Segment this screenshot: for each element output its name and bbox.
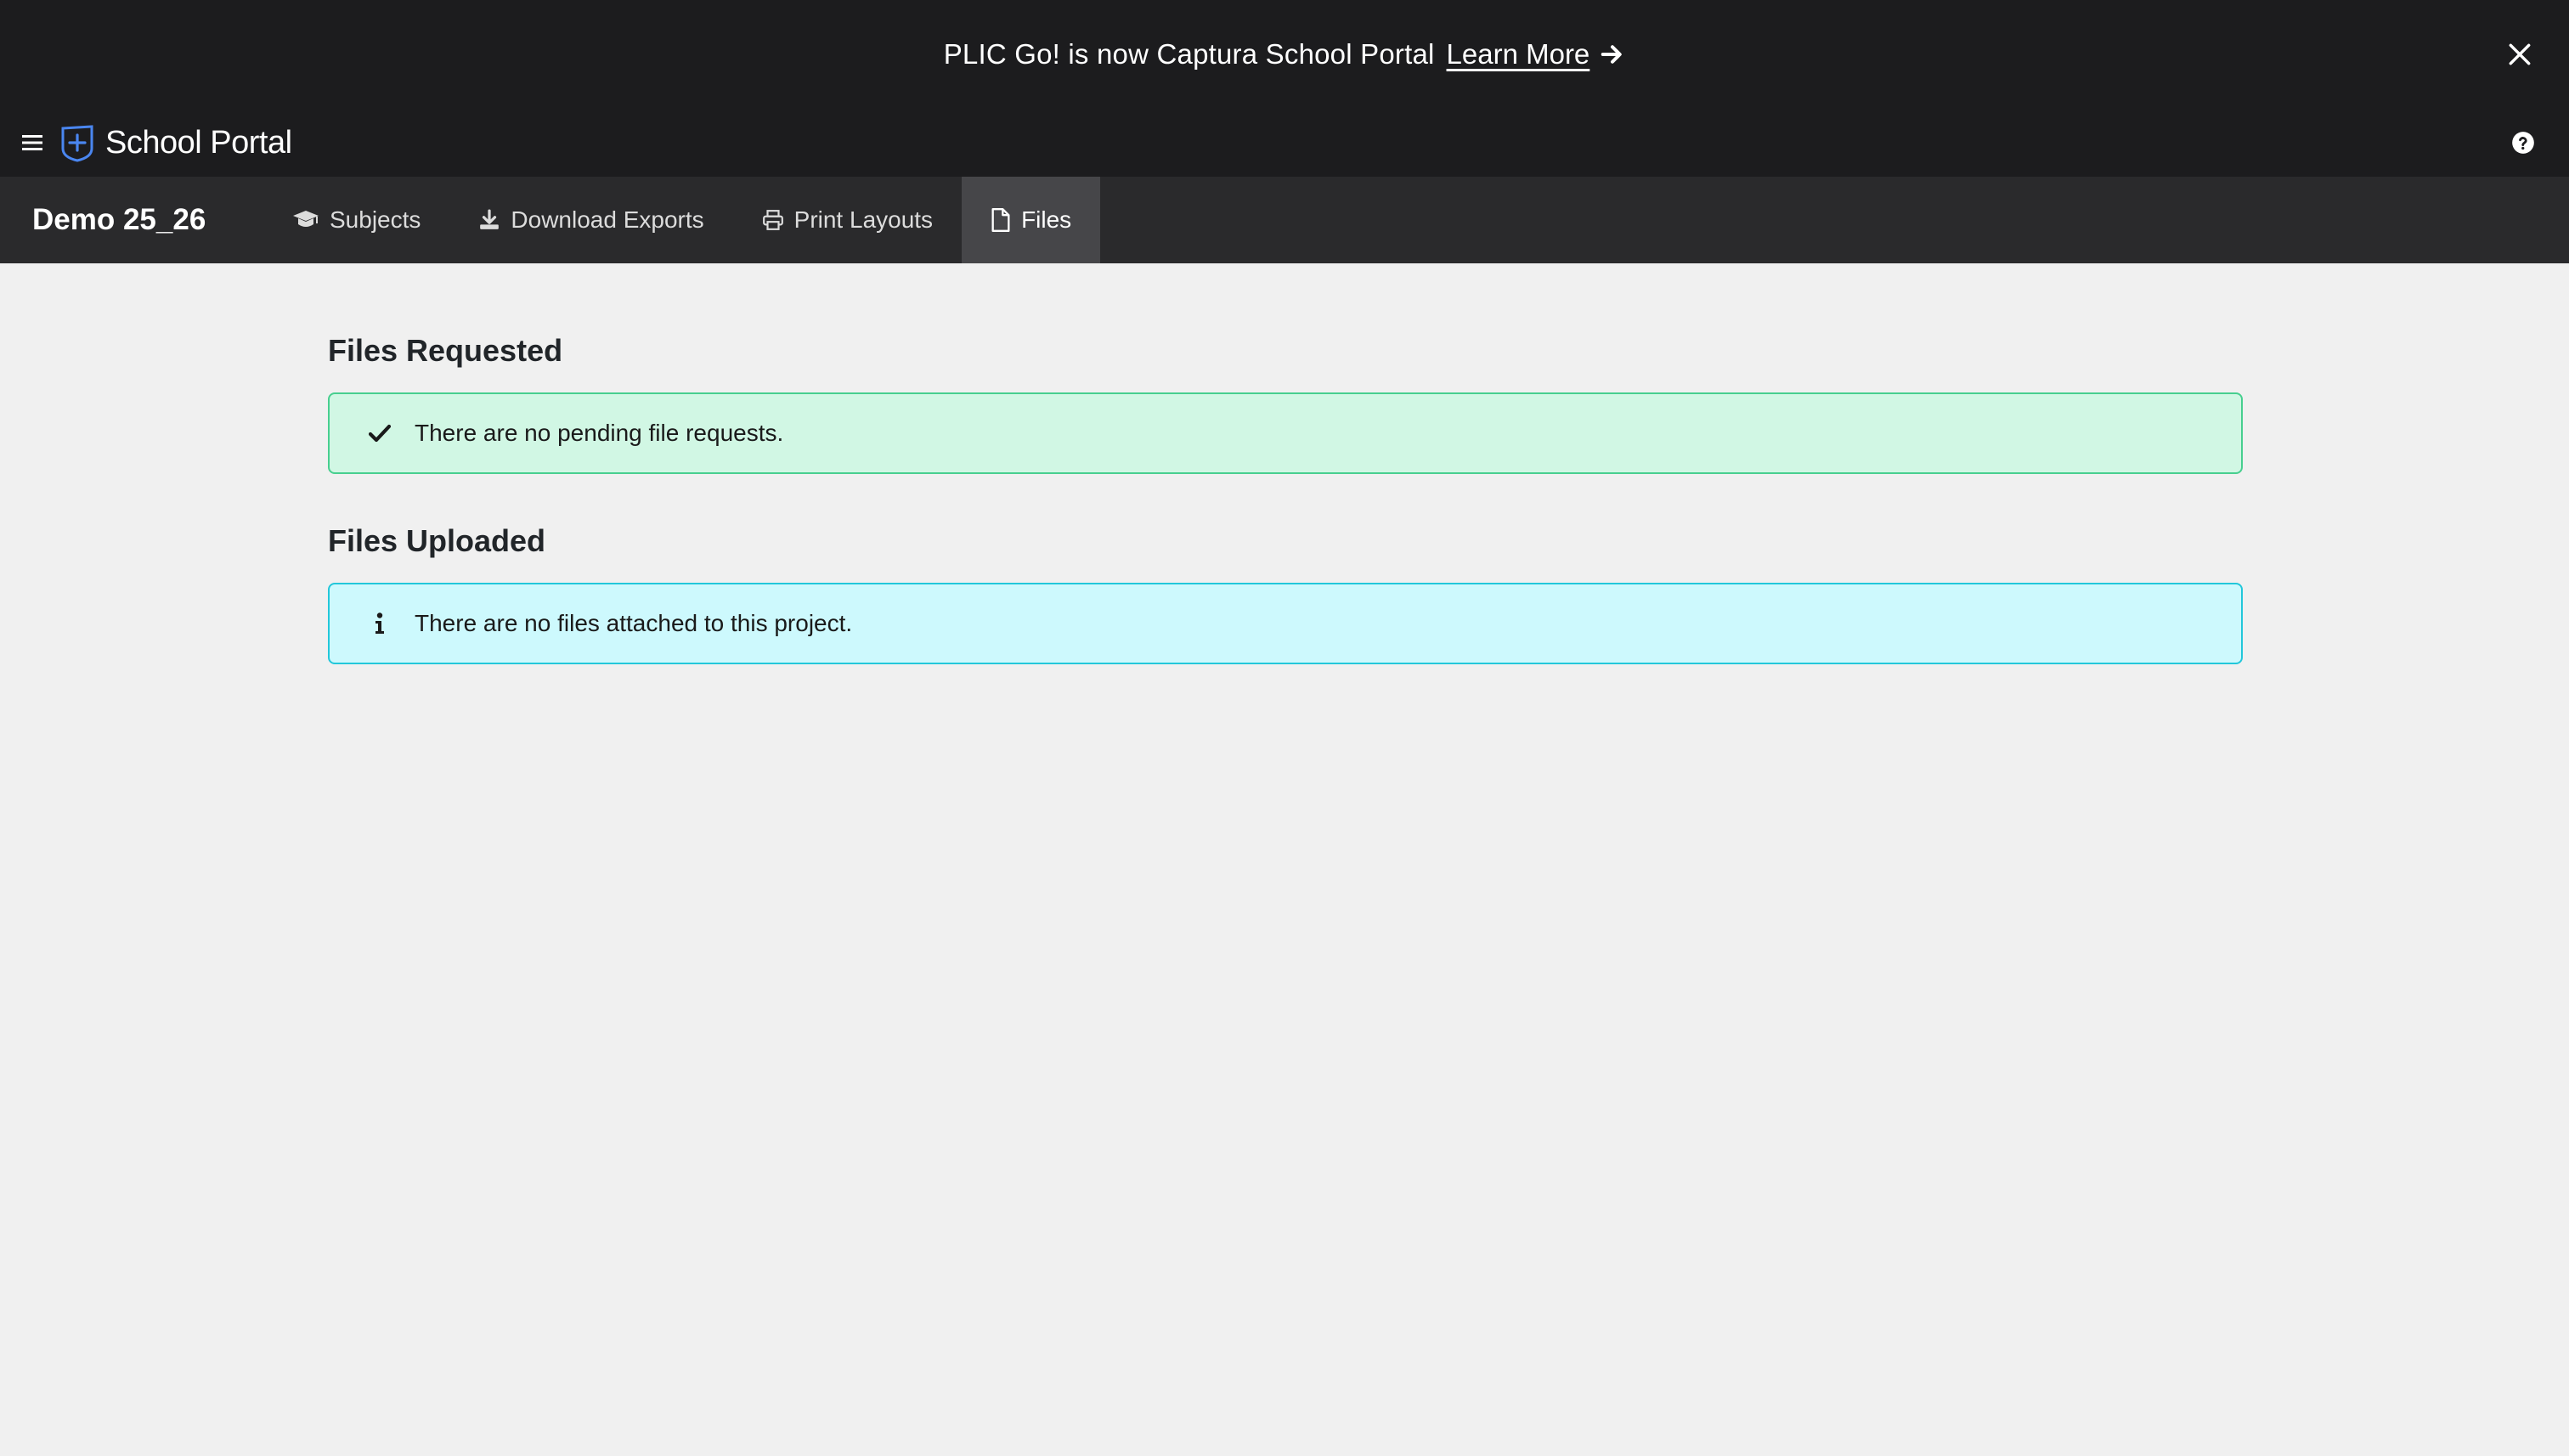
tab-files[interactable]: Files — [962, 177, 1101, 263]
app-name: School Portal — [105, 124, 292, 161]
files-uploaded-heading: Files Uploaded — [328, 523, 546, 558]
tab-files-label: Files — [1021, 206, 1072, 233]
learn-more-label: Learn More — [1446, 38, 1590, 70]
tab-download-exports-label: Download Exports — [511, 206, 704, 233]
no-files-attached-alert: There are no files attached to this proj… — [328, 583, 2243, 664]
menu-toggle-button[interactable] — [22, 131, 46, 155]
school-portal-logo-icon — [61, 125, 93, 162]
banner-text: PLIC Go! is now Captura School Portal — [943, 38, 1435, 70]
close-banner-button[interactable] — [2503, 37, 2537, 71]
question-circle-icon — [2512, 132, 2534, 154]
printer-icon — [762, 210, 783, 230]
no-pending-requests-message: There are no pending file requests. — [415, 420, 784, 446]
tab-subjects[interactable]: Subjects — [263, 177, 449, 263]
download-icon — [480, 209, 500, 229]
check-icon — [367, 424, 392, 443]
no-pending-requests-alert: There are no pending file requests. — [328, 392, 2243, 474]
tab-subjects-label: Subjects — [330, 206, 421, 233]
announcement-banner: PLIC Go! is now Captura School Portal Le… — [0, 0, 2569, 109]
info-icon — [367, 612, 392, 635]
project-navbar: Demo 25_26 Subjects Download Exports Pri… — [0, 177, 2569, 263]
arrow-right-icon — [1601, 45, 1623, 64]
tab-print-layouts-label: Print Layouts — [793, 206, 934, 233]
close-icon — [2509, 43, 2531, 65]
no-files-attached-message: There are no files attached to this proj… — [415, 610, 853, 636]
hamburger-icon — [22, 135, 42, 150]
files-requested-heading: Files Requested — [328, 333, 563, 368]
help-button[interactable] — [2511, 131, 2535, 155]
file-icon — [991, 208, 1010, 232]
app-header: School Portal — [0, 109, 2569, 177]
project-title: Demo 25_26 — [32, 203, 206, 236]
graduation-cap-icon — [293, 211, 319, 227]
tab-print-layouts[interactable]: Print Layouts — [733, 177, 962, 263]
tab-download-exports[interactable]: Download Exports — [449, 177, 732, 263]
learn-more-link[interactable]: Learn More — [1447, 38, 1626, 71]
files-page-content: Files Requested There are no pending fil… — [328, 263, 2243, 664]
